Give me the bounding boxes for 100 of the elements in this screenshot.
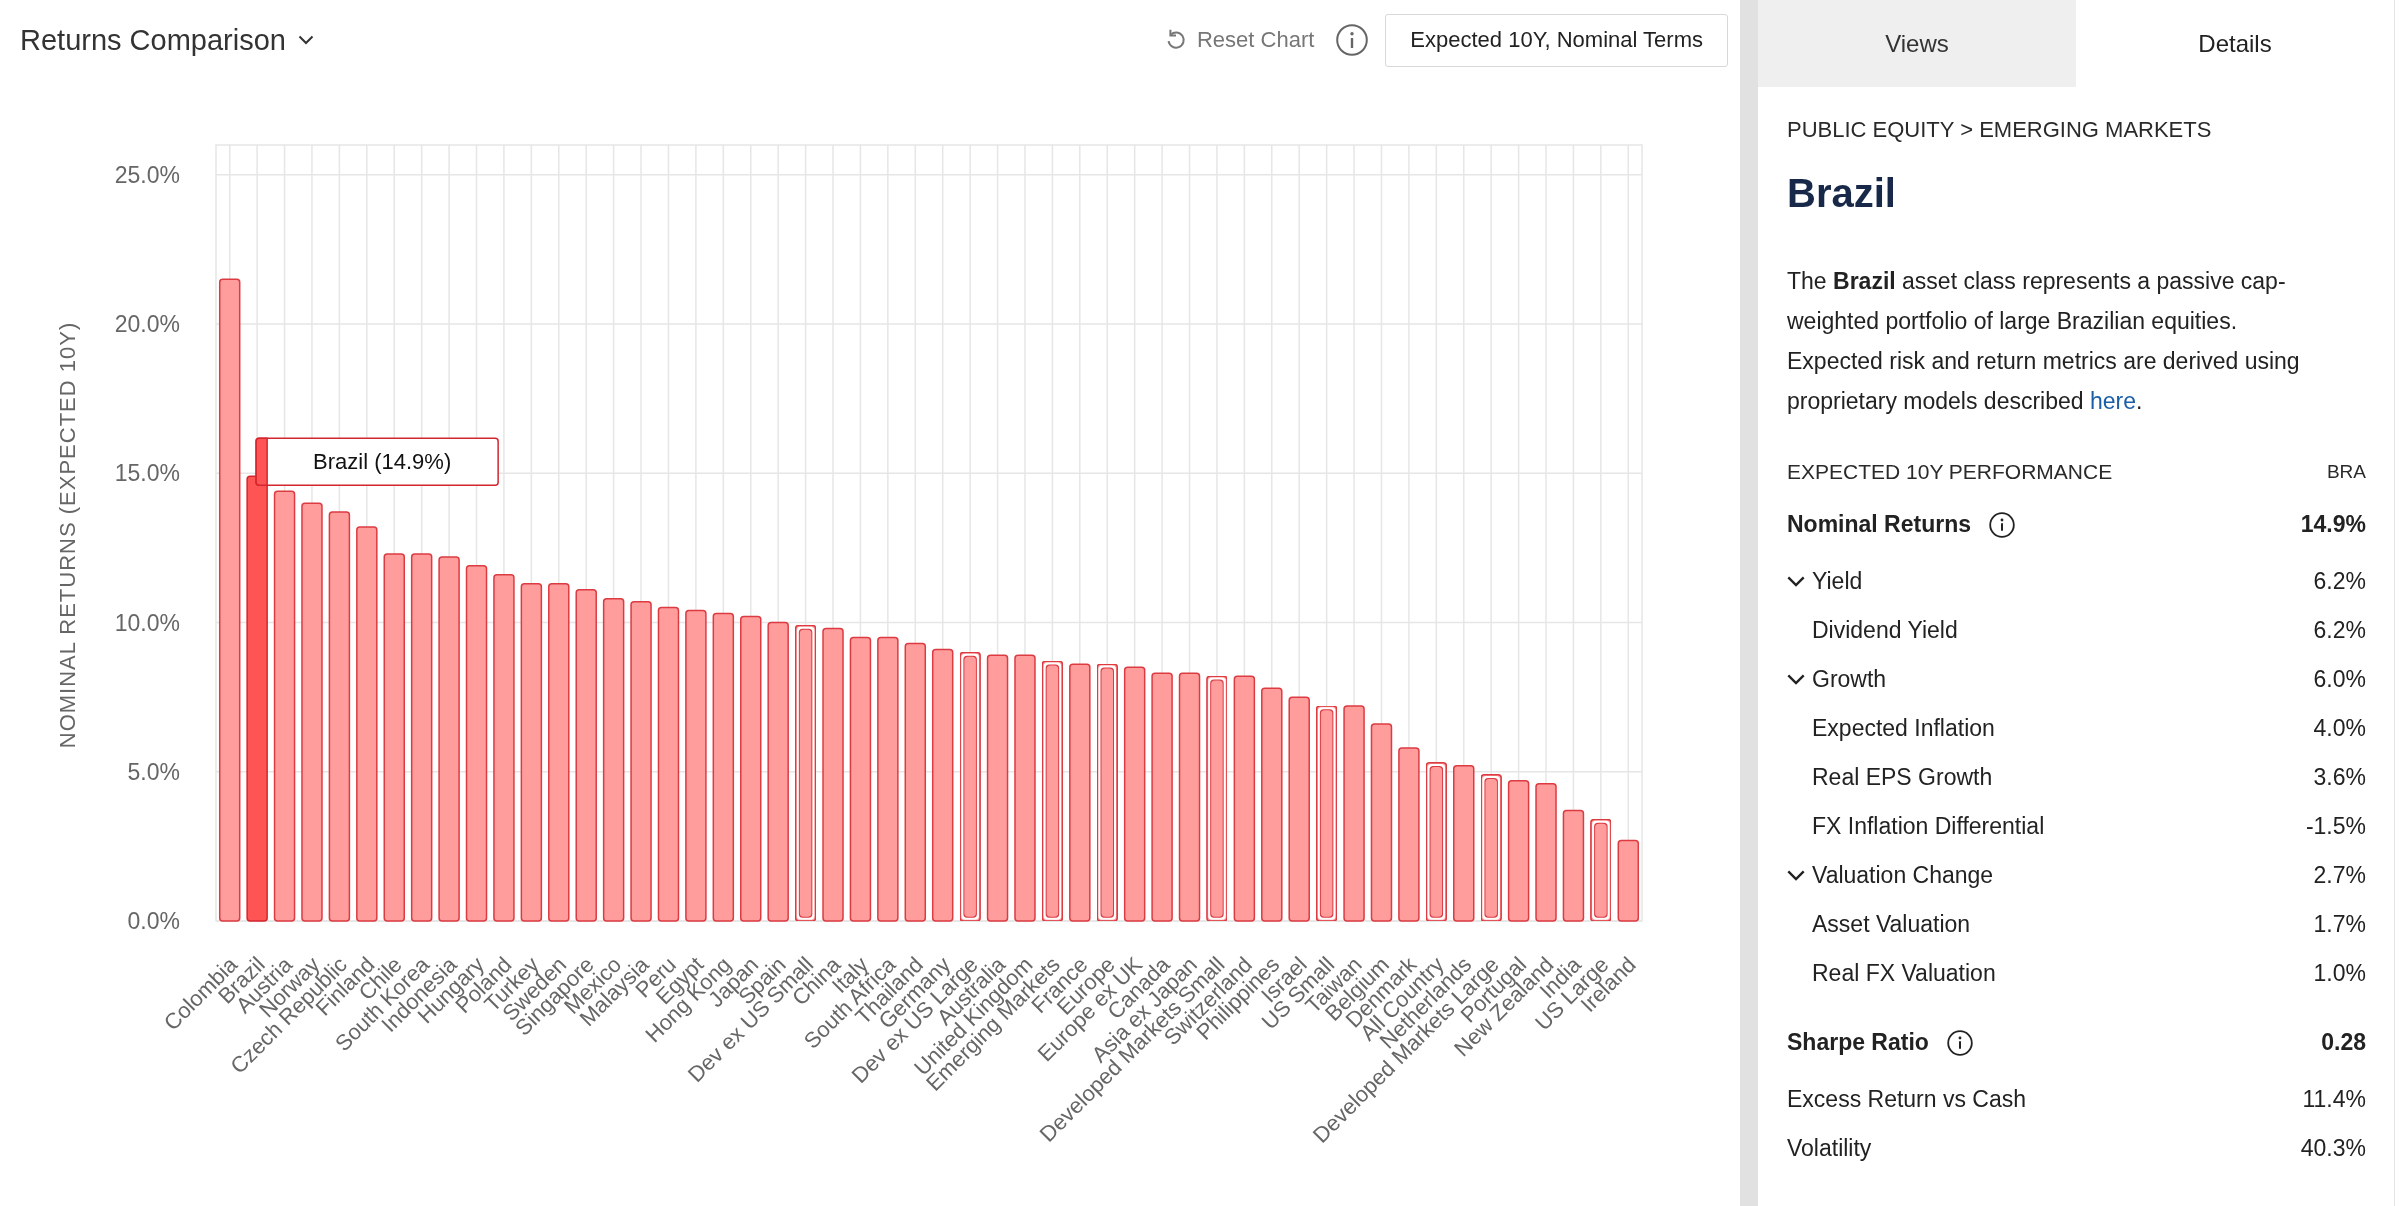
bar[interactable] <box>575 588 597 922</box>
bar[interactable] <box>959 651 981 922</box>
bar[interactable] <box>1123 666 1146 922</box>
bar[interactable] <box>1343 705 1365 922</box>
metric-value: 14.9% <box>2300 511 2366 538</box>
bar[interactable] <box>1041 660 1064 922</box>
metric-value: 6.2% <box>2313 617 2366 644</box>
bar[interactable] <box>356 526 378 922</box>
bar[interactable] <box>328 511 351 922</box>
bar[interactable] <box>712 612 735 922</box>
bar[interactable] <box>602 597 625 922</box>
bar[interactable] <box>1562 809 1585 922</box>
bar[interactable] <box>1069 663 1091 922</box>
bar[interactable] <box>218 278 241 922</box>
metric-label: Expected Inflation <box>1812 715 1995 742</box>
bar[interactable] <box>520 583 543 922</box>
metric-value: 6.2% <box>2313 568 2366 595</box>
metric-label: Volatility <box>1787 1135 1872 1162</box>
metric-value: 3.6% <box>2313 764 2366 791</box>
metric-label: Real EPS Growth <box>1812 764 1993 791</box>
metric-label: Yield <box>1812 568 1863 595</box>
chevron-down-icon[interactable] <box>1787 870 1805 881</box>
section-heading: EXPECTED 10Y PERFORMANCE <box>1787 460 2113 484</box>
reset-chart-button[interactable]: Reset Chart <box>1163 27 1315 53</box>
bar[interactable] <box>767 621 789 922</box>
breadcrumb: PUBLIC EQUITY > EMERGING MARKETS <box>1787 116 2213 144</box>
bar[interactable] <box>986 654 1009 922</box>
bar[interactable] <box>1425 762 1448 922</box>
bar[interactable] <box>465 565 488 922</box>
here-link[interactable]: here <box>2090 388 2137 414</box>
bar[interactable] <box>877 636 899 922</box>
bar[interactable] <box>849 636 872 922</box>
bar[interactable] <box>493 574 515 922</box>
bar[interactable] <box>794 624 817 922</box>
y-axis-tick-label: 5.0% <box>127 758 180 785</box>
bar[interactable] <box>931 648 954 922</box>
chevron-down-icon[interactable] <box>1787 576 1805 587</box>
bar[interactable] <box>657 606 680 922</box>
bar[interactable] <box>1535 782 1557 922</box>
bar[interactable] <box>438 556 460 922</box>
metric-value: 4.0% <box>2313 715 2366 742</box>
bar[interactable] <box>1370 723 1393 922</box>
metric-label: Nominal Returns <box>1787 511 1972 538</box>
chevron-down-icon <box>297 35 314 45</box>
metric-label: Asset Valuation <box>1812 911 1971 938</box>
bar[interactable] <box>630 600 652 922</box>
metric-label: Dividend Yield <box>1812 617 1958 644</box>
chart-selector-dropdown[interactable]: Returns Comparison <box>20 23 314 57</box>
bar[interactable] <box>904 642 927 922</box>
bar[interactable] <box>822 627 844 922</box>
bar[interactable] <box>740 615 762 922</box>
bar[interactable] <box>1288 696 1310 922</box>
bar[interactable] <box>1480 774 1502 922</box>
metric-value: 1.7% <box>2313 911 2366 938</box>
bar[interactable] <box>1178 672 1201 922</box>
bar[interactable] <box>1453 765 1475 922</box>
bar[interactable] <box>1151 672 1173 922</box>
asset-description: The Brazil asset class represents a passive cap-weighted portfolio of large Brazilian equities. Expected risk and return metrics are derived using proprietary models described here. <box>1787 267 2301 416</box>
metric-value: 11.4% <box>2302 1086 2366 1113</box>
y-axis-tick-label: 15.0% <box>114 460 180 487</box>
metric-label: Excess Return vs Cash <box>1787 1086 2027 1113</box>
y-axis-tick-label: 20.0% <box>114 311 180 338</box>
y-axis-tick-label: 25.0% <box>114 161 180 188</box>
bar[interactable] <box>1261 687 1283 922</box>
bar[interactable] <box>685 609 707 922</box>
tooltip: Brazil (14.9%) <box>255 437 499 487</box>
y-axis-title: NOMINAL RETURNS (EXPECTED 10Y) <box>54 321 80 749</box>
tab[interactable]: Views <box>1758 0 2076 87</box>
bar[interactable] <box>1507 779 1530 922</box>
bar[interactable] <box>1014 654 1036 922</box>
bar[interactable] <box>1590 818 1612 922</box>
bar[interactable] <box>548 583 570 922</box>
metric-value: 40.3% <box>2300 1135 2366 1162</box>
bar[interactable] <box>1206 675 1228 922</box>
y-axis-tick-label: 0.0% <box>127 908 180 934</box>
bar[interactable] <box>1315 705 1338 922</box>
bar[interactable] <box>410 553 433 922</box>
bar[interactable] <box>1617 839 1640 922</box>
metric-label: Growth <box>1812 666 1887 693</box>
bar[interactable] <box>1398 747 1420 922</box>
bar[interactable] <box>301 502 323 922</box>
metric-value: 0.28 <box>2321 1029 2366 1056</box>
y-axis-tick-label: 10.0% <box>114 609 180 636</box>
bar[interactable] <box>1096 663 1118 922</box>
metric-label: Valuation Change <box>1812 862 1994 889</box>
asset-title: Brazil <box>1787 170 1897 217</box>
bar[interactable] <box>383 553 405 922</box>
bar[interactable] <box>1233 675 1256 922</box>
ticker-label: BRA <box>2326 461 2366 483</box>
bar[interactable] <box>273 490 296 922</box>
metric-label: Sharpe Ratio <box>1787 1029 1929 1056</box>
metric-label: FX Inflation Differential <box>1812 813 2045 840</box>
info-icon[interactable] <box>1946 1029 1973 1056</box>
chevron-down-icon[interactable] <box>1787 674 1805 685</box>
metric-value: 2.7% <box>2313 862 2366 889</box>
metric-value: -1.5% <box>2305 813 2366 840</box>
metric-value: 1.0% <box>2313 960 2366 987</box>
info-icon[interactable] <box>1989 511 2016 538</box>
metric-value: 6.0% <box>2313 666 2366 693</box>
view-mode-button[interactable]: Expected 10Y, Nominal Terms <box>1385 13 1728 67</box>
